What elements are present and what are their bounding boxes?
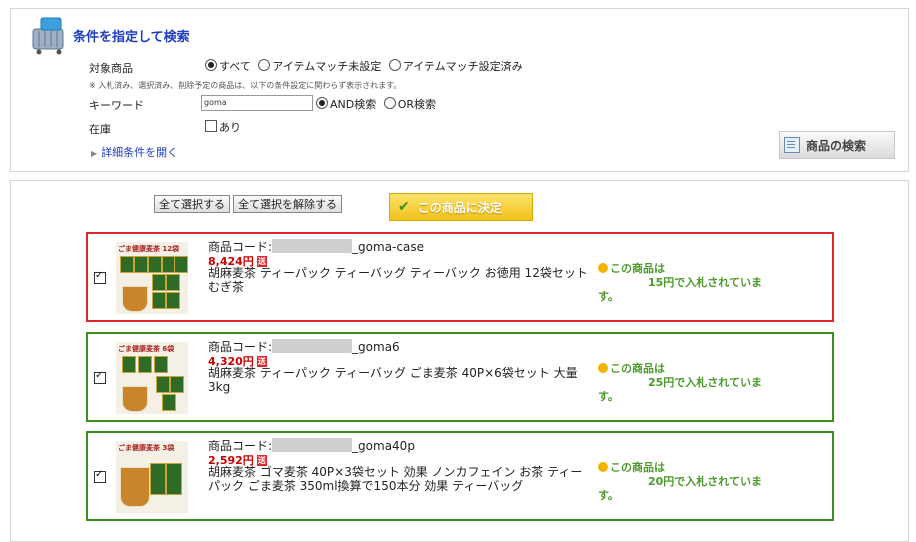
target-option-all[interactable]: すべて (205, 59, 251, 73)
product-name: 胡麻麦茶 ティーパック ティーバッグ ティーバック お徳用 12袋セット むぎ茶 (208, 266, 588, 294)
decide-product-button[interactable]: ✔ この商品に決定 (389, 193, 533, 221)
results-panel: 全て選択する 全て選択を解除する ✔この商品に決定 ごま健康麦茶 12袋 商品コ… (10, 180, 909, 542)
bid-status: この商品は 25円で入札されていま す。 (598, 362, 762, 403)
radio-icon[interactable] (316, 97, 328, 109)
bid-status: この商品は 20円で入札されていま す。 (598, 461, 762, 502)
product-item: ごま健康麦茶 3袋 商品コード:_goma40p 2,592円送 胡麻麦茶 ゴマ… (86, 431, 834, 521)
radio-icon[interactable] (205, 59, 217, 71)
select-all-button[interactable]: 全て選択する (154, 195, 230, 213)
item-checkbox[interactable] (94, 370, 106, 384)
detail-conditions-link[interactable]: ▶ 詳細条件を開く (91, 144, 178, 160)
product-name: 胡麻麦茶 ゴマ麦茶 40P×3袋セット 効果 ノンカフェイン お茶 ティーパック… (208, 465, 583, 493)
item-checkbox[interactable] (94, 469, 106, 483)
masked-code (272, 339, 353, 353)
keyword-input[interactable]: goma (201, 95, 313, 111)
stock-option[interactable]: あり (205, 119, 241, 135)
item-checkbox[interactable] (94, 270, 106, 284)
stock-label: 在庫 (89, 123, 111, 136)
coin-icon (598, 263, 608, 273)
bid-status: この商品は 15円で入札されていま す。 (598, 262, 762, 303)
radio-icon[interactable] (383, 97, 396, 109)
radio-icon[interactable] (258, 59, 271, 71)
radio-icon[interactable] (388, 59, 401, 71)
product-search-button[interactable]: 商品の検索 (779, 131, 895, 159)
search-panel: 条件を指定して検索 対象商品 すべて アイテムマッチ未設定 アイテムマッチ設定済… (10, 8, 909, 172)
product-item: ごま健康麦茶 12袋 商品コード:_goma-case 8,424円送 胡麻麦茶… (86, 232, 834, 322)
masked-code (272, 239, 353, 253)
target-option-set[interactable]: アイテムマッチ設定済み (388, 59, 523, 73)
product-thumbnail: ごま健康麦茶 12袋 (116, 242, 188, 314)
product-name: 胡麻麦茶 ティーパック ティーバッグ ごま麦茶 40P×6袋セット 大量3kg (208, 366, 578, 394)
target-option-unset[interactable]: アイテムマッチ未設定 (258, 59, 381, 73)
caret-right-icon: ▶ (91, 149, 98, 158)
or-search-option[interactable]: OR検索 (383, 97, 436, 111)
keyword-mode: AND検索 OR検索 (316, 96, 436, 112)
product-thumbnail: ごま健康麦茶 6袋 (116, 342, 188, 414)
basket-icon (32, 17, 64, 55)
search-note: ※ 入札済み、選択済み、削除予定の商品は、以下の条件設定に関わらず表示されます。 (89, 81, 402, 90)
check-icon: ✔ (398, 199, 410, 215)
target-options: すべて アイテムマッチ未設定 アイテムマッチ設定済み (205, 58, 523, 74)
masked-code (272, 438, 353, 452)
and-search-option[interactable]: AND検索 (316, 97, 376, 111)
list-icon (784, 137, 800, 153)
coin-icon (598, 462, 608, 472)
search-title: 条件を指定して検索 (73, 30, 190, 45)
keyword-label: キーワード (89, 99, 144, 112)
coin-icon (598, 363, 608, 373)
product-thumbnail: ごま健康麦茶 3袋 (116, 441, 188, 513)
target-label: 対象商品 (89, 62, 133, 75)
checkbox-icon[interactable] (205, 120, 217, 132)
deselect-all-button[interactable]: 全て選択を解除する (233, 195, 342, 213)
product-item: ごま健康麦茶 6袋 商品コード:_goma6 4,320円送 胡麻麦茶 ティーパ… (86, 332, 834, 422)
